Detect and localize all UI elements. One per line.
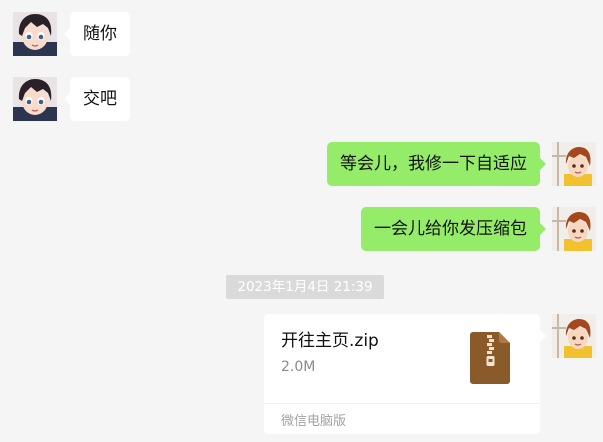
contact-avatar[interactable] bbox=[13, 77, 57, 121]
file-source-label: 微信电脑版 bbox=[281, 414, 347, 429]
contact-avatar[interactable] bbox=[13, 12, 57, 56]
file-message-card[interactable]: 开往主页.zip 2.0M 微信电脑版 bbox=[264, 314, 546, 434]
self-avatar[interactable] bbox=[552, 142, 596, 186]
message-bubble-outgoing[interactable]: 一会儿给你发压缩包 bbox=[361, 207, 546, 251]
message-bubble-incoming[interactable]: 交吧 bbox=[64, 77, 130, 121]
message-text: 一会儿给你发压缩包 bbox=[374, 219, 527, 239]
orange-hair-avatar-icon bbox=[552, 207, 596, 251]
orange-hair-avatar-icon bbox=[552, 142, 596, 186]
anime-boy-avatar-icon bbox=[13, 12, 57, 56]
message-text: 交吧 bbox=[83, 89, 117, 109]
orange-hair-avatar-icon bbox=[552, 314, 596, 358]
message-bubble-incoming[interactable]: 随你 bbox=[64, 12, 130, 56]
message-text: 等会儿，我修一下自适应 bbox=[340, 154, 527, 174]
message-bubble-outgoing[interactable]: 等会儿，我修一下自适应 bbox=[327, 142, 546, 186]
message-timestamp: 2023年1月4日 21:39 bbox=[226, 275, 384, 299]
file-card-divider bbox=[264, 403, 540, 404]
file-name: 开往主页.zip bbox=[281, 331, 379, 351]
zip-file-icon bbox=[470, 332, 510, 384]
anime-boy-avatar-icon bbox=[13, 77, 57, 121]
self-avatar[interactable] bbox=[552, 314, 596, 358]
self-avatar[interactable] bbox=[552, 207, 596, 251]
file-size: 2.0M bbox=[281, 359, 316, 375]
message-text: 随你 bbox=[83, 24, 117, 44]
